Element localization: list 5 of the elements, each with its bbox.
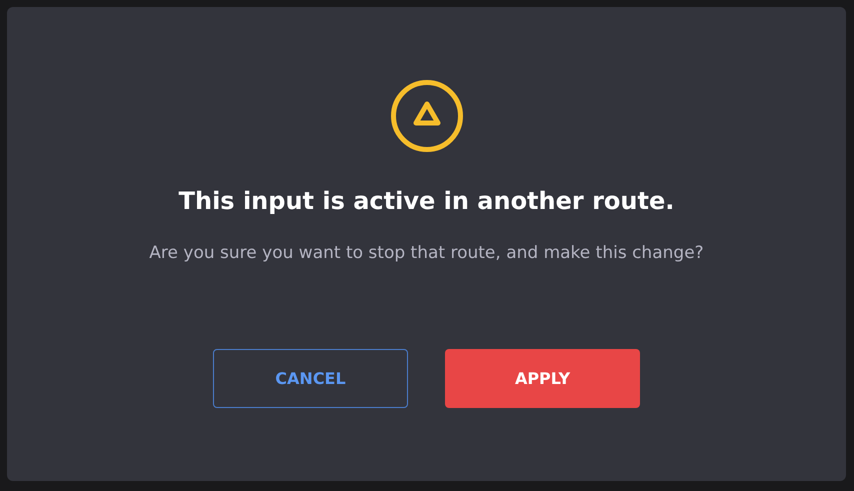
cancel-button[interactable]: CANCEL — [213, 349, 408, 408]
dialog-message: Are you sure you want to stop that route, and make this change? — [149, 243, 704, 263]
warning-icon — [390, 79, 464, 153]
dialog-title: This input is active in another route. — [178, 187, 674, 215]
apply-button[interactable]: APPLY — [445, 349, 640, 408]
